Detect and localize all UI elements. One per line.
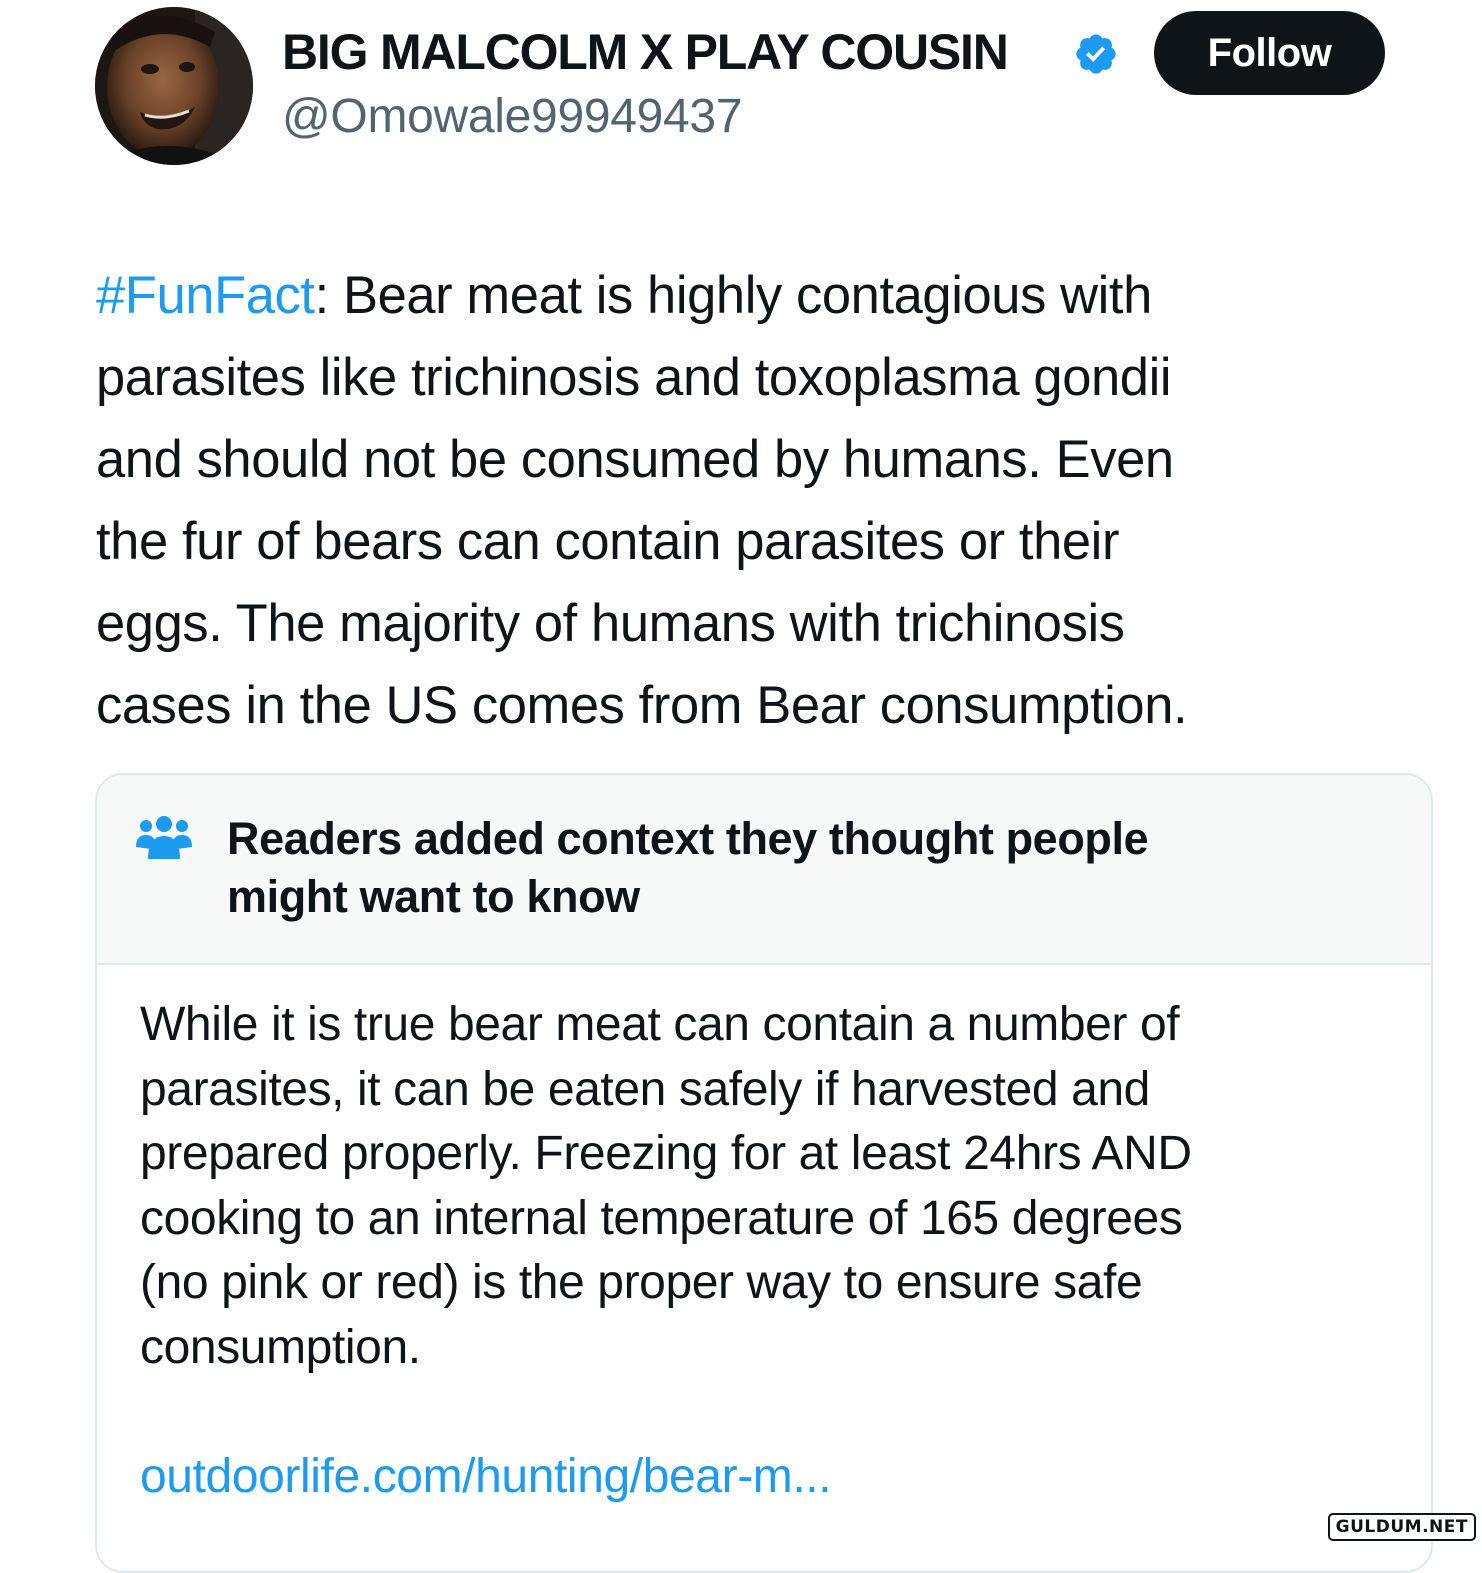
source-link[interactable]: outdoorlife.com/hunting/bear-m... — [140, 1445, 832, 1509]
note-line: (no pink or red) is the proper way to en… — [140, 1256, 1143, 1309]
verified-badge-icon[interactable] — [1073, 31, 1119, 77]
tweet-line: cases in the US comes from Bear consumpt… — [96, 676, 1188, 735]
note-line: parasites, it can be eaten safely if har… — [140, 1062, 1150, 1116]
tweet-text: #FunFact: Bear meat is highly contagious… — [96, 255, 1396, 747]
user-handle[interactable]: @Omowale99949437 — [282, 88, 743, 146]
note-line: cooking to an internal temperature of 16… — [140, 1191, 1183, 1245]
note-line: While it is true bear meat can contain a… — [140, 998, 1180, 1051]
note-title-line: Readers added context they thought peopl… — [227, 813, 1149, 864]
tweet-line-text: : Bear meat is highly contagious with — [314, 266, 1153, 325]
tweet-line: the fur of bears can contain parasites o… — [96, 512, 1120, 571]
community-note-card[interactable]: Readers added context they thought peopl… — [95, 773, 1433, 1573]
watermark: GULDUM.NET — [1327, 1513, 1476, 1541]
community-note-body: While it is true bear meat can contain a… — [140, 993, 1390, 1380]
note-line: consumption. — [140, 1320, 421, 1374]
hashtag-link[interactable]: #FunFact — [96, 266, 315, 325]
note-title-line: might want to know — [227, 871, 640, 922]
tweet-line: eggs. The majority of humans with trichi… — [96, 594, 1125, 653]
avatar-photo — [95, 7, 253, 165]
tweet-line: parasites like trichinosis and toxoplasm… — [96, 348, 1172, 407]
follow-button[interactable]: Follow — [1154, 11, 1385, 95]
note-line: prepared properly. Freezing for at least… — [140, 1127, 1192, 1180]
community-note-title: Readers added context they thought peopl… — [227, 810, 1377, 926]
avatar[interactable] — [95, 7, 253, 165]
people-icon — [136, 816, 192, 859]
community-note-header: Readers added context they thought peopl… — [97, 775, 1431, 965]
display-name[interactable]: BIG MALCOLM X PLAY COUSIN — [282, 22, 1009, 82]
tweet-line: and should not be consumed by humans. Ev… — [96, 430, 1174, 489]
tweet-line: #FunFact: Bear meat is highly contagious… — [96, 255, 1396, 337]
